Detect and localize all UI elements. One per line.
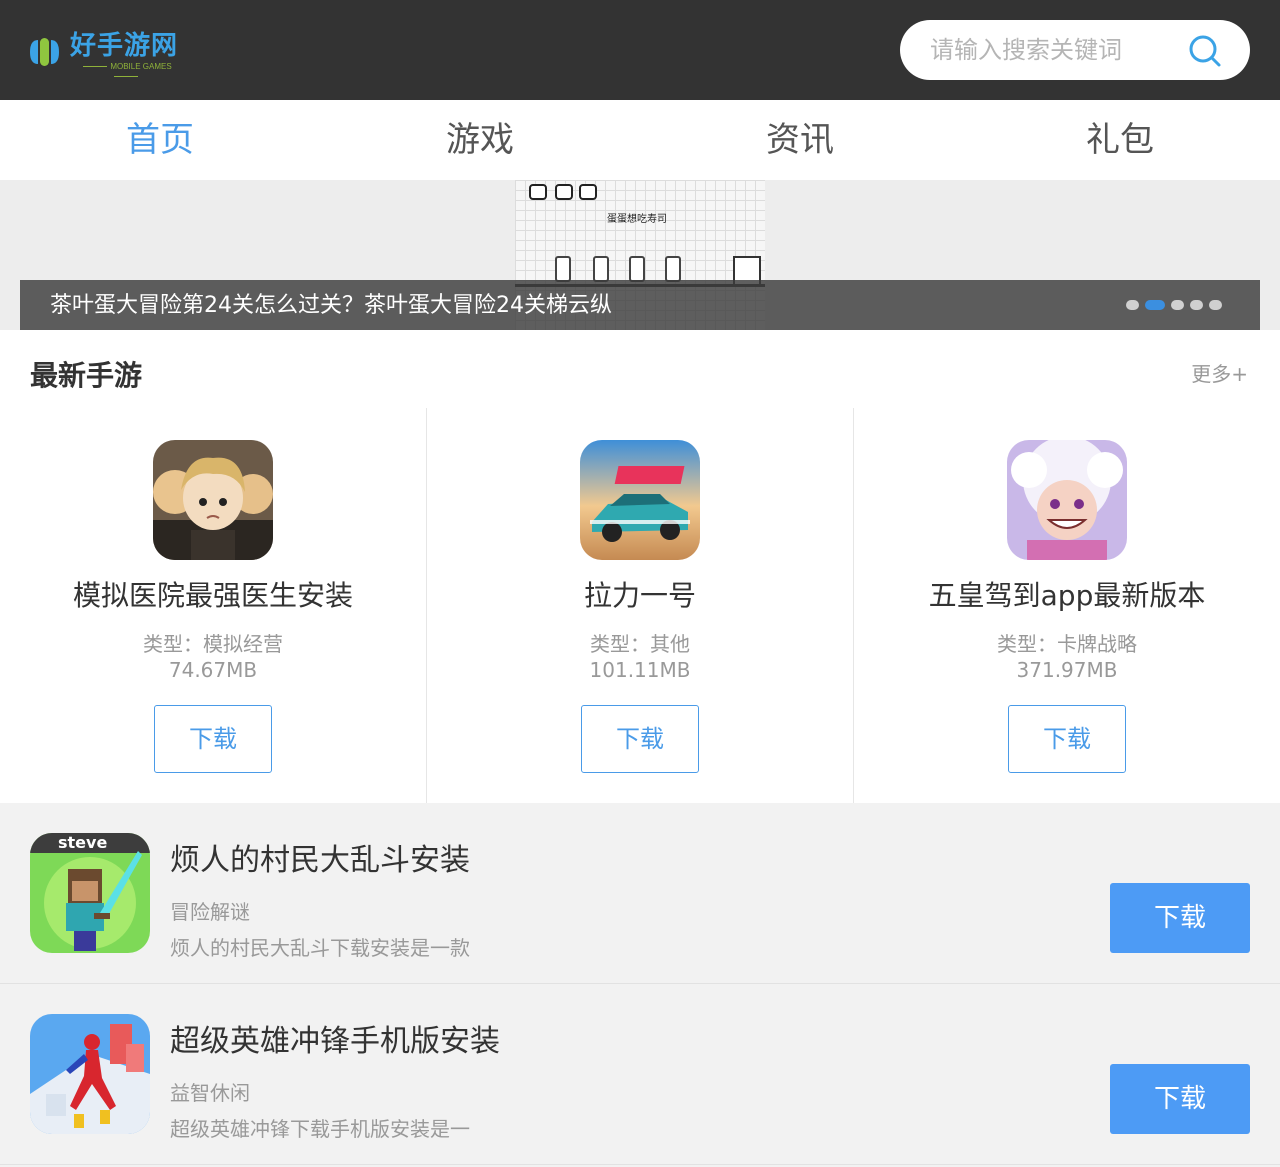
- carousel-dot[interactable]: [1171, 300, 1184, 310]
- carousel-dot[interactable]: [1209, 300, 1222, 310]
- svg-text:steve: steve: [58, 833, 107, 852]
- card-game-name[interactable]: 模拟医院最强医生安装: [0, 574, 426, 614]
- site-logo[interactable]: 好手游网 MOBILE GAMES: [28, 30, 188, 74]
- carousel-dots: [1126, 300, 1222, 310]
- banner-carousel[interactable]: 蛋蛋想吃寿司 茶叶蛋大冒险第24关怎么过关？茶叶蛋大冒险24关梯云纵: [0, 180, 1280, 330]
- game-card[interactable]: 模拟医院最强医生安装 类型：模拟经营 74.67MB 下载: [0, 408, 427, 803]
- download-button[interactable]: 下载: [1008, 705, 1126, 773]
- logo-text: 好手游网: [70, 31, 179, 61]
- search-icon[interactable]: [1188, 34, 1222, 68]
- download-button[interactable]: 下载: [1110, 1064, 1250, 1134]
- list-game-name[interactable]: 超级英雄冲锋手机版安装: [170, 1016, 500, 1060]
- card-game-type: 类型：其他: [590, 632, 690, 656]
- game-button-icon: [555, 184, 573, 200]
- list-item[interactable]: 超级英雄冲锋手机版安装 益智休闲 超级英雄冲锋下载手机版安装是一 下载: [0, 984, 1280, 1165]
- egg-figure-icon: [593, 256, 609, 282]
- latest-games-section: 最新手游 更多+ 模拟医院最强医生安装 类型：模拟经营 74.67MB 下载 拉…: [0, 330, 1280, 803]
- logo-mark-icon: [30, 38, 59, 66]
- list-game-desc: 超级英雄冲锋下载手机版安装是一: [170, 1117, 470, 1141]
- card-game-type: 类型：模拟经营: [143, 632, 283, 656]
- list-game-desc: 烦人的村民大乱斗下载安装是一款: [170, 936, 470, 960]
- download-button[interactable]: 下载: [1110, 883, 1250, 953]
- nav-item-gifts[interactable]: 礼包: [960, 100, 1280, 180]
- search-input[interactable]: [930, 30, 1190, 70]
- card-game-type: 类型：卡牌战略: [997, 632, 1137, 656]
- banner-image-text: 蛋蛋想吃寿司: [607, 214, 667, 225]
- egg-figure-icon: [629, 256, 645, 282]
- search-box: [900, 20, 1250, 80]
- carousel-dot-active[interactable]: [1145, 300, 1165, 310]
- list-item[interactable]: steve 烦人的村民大乱斗安装 冒险解谜 烦人的村民大乱斗下载安装是一款 下载: [0, 803, 1280, 984]
- site-header: 好手游网 MOBILE GAMES: [0, 0, 1280, 100]
- card-game-name[interactable]: 拉力一号: [427, 574, 853, 614]
- carousel-dot[interactable]: [1190, 300, 1203, 310]
- more-link[interactable]: 更多+: [1191, 358, 1248, 387]
- list-game-category: 冒险解谜: [170, 900, 250, 924]
- anime-character-icon[interactable]: [1007, 440, 1127, 560]
- nav-item-home[interactable]: 首页: [0, 100, 320, 180]
- game-cards: 模拟医院最强医生安装 类型：模拟经营 74.67MB 下载 拉力一号 类型：其他…: [0, 408, 1280, 803]
- card-game-size: 74.67MB: [168, 658, 258, 682]
- carousel-dot[interactable]: [1126, 300, 1139, 310]
- banner-caption[interactable]: 茶叶蛋大冒险第24关怎么过关？茶叶蛋大冒险24关梯云纵: [20, 280, 1260, 330]
- list-game-name[interactable]: 烦人的村民大乱斗安装: [170, 835, 470, 879]
- game-button-icon: [579, 184, 597, 200]
- anime-doctors-icon[interactable]: [153, 440, 273, 560]
- section-title: 最新手游: [30, 359, 143, 392]
- card-game-name[interactable]: 五皇驾到app最新版本: [854, 574, 1280, 614]
- game-button-icon: [529, 184, 547, 200]
- egg-figure-icon: [555, 256, 571, 282]
- card-game-size: 371.97MB: [1016, 658, 1118, 682]
- game-card[interactable]: 拉力一号 类型：其他 101.11MB 下载: [427, 408, 854, 803]
- list-game-category: 益智休闲: [170, 1081, 250, 1105]
- game-card[interactable]: 五皇驾到app最新版本 类型：卡牌战略 371.97MB 下载: [854, 408, 1280, 803]
- download-button[interactable]: 下载: [154, 705, 272, 773]
- logo-subtitle: MOBILE GAMES: [70, 62, 182, 82]
- banner-caption-text: 茶叶蛋大冒险第24关怎么过关？茶叶蛋大冒险24关梯云纵: [50, 293, 612, 318]
- blocky-steve-icon[interactable]: steve: [30, 833, 150, 953]
- download-button[interactable]: 下载: [581, 705, 699, 773]
- egg-figure-icon: [665, 256, 681, 282]
- main-nav: 首页 游戏 资讯 礼包: [0, 100, 1280, 180]
- nav-item-news[interactable]: 资讯: [640, 100, 960, 180]
- card-game-size: 101.11MB: [589, 658, 691, 682]
- superhero-runner-icon[interactable]: [30, 1014, 150, 1134]
- rally-car-icon[interactable]: [580, 440, 700, 560]
- nav-item-games[interactable]: 游戏: [320, 100, 640, 180]
